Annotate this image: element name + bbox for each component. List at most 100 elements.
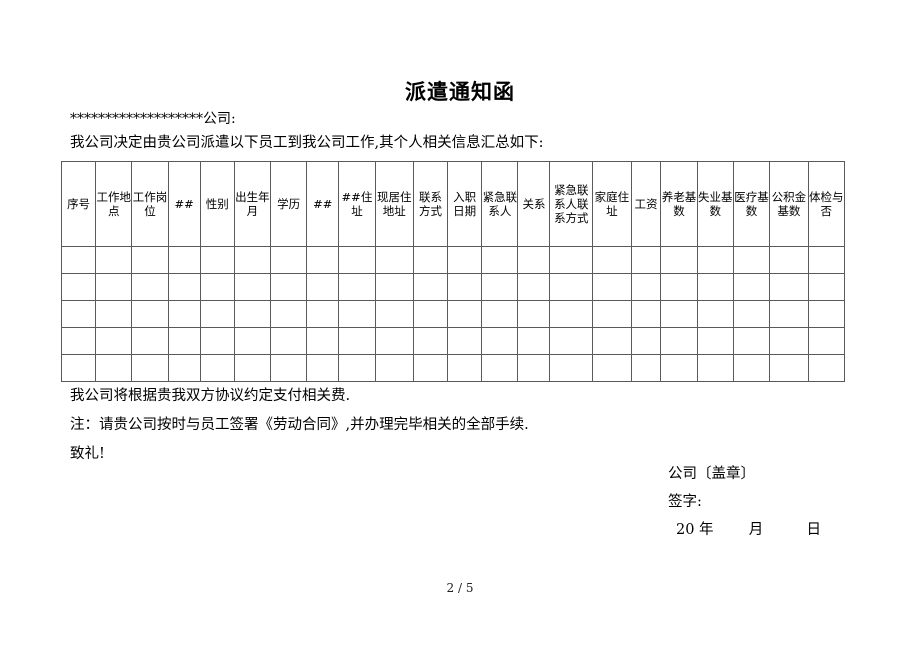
table-cell[interactable]	[592, 327, 632, 355]
table-cell[interactable]	[233, 300, 272, 328]
table-cell[interactable]	[517, 273, 551, 301]
table-cell[interactable]	[233, 327, 272, 355]
table-cell[interactable]	[233, 273, 272, 301]
table-cell[interactable]	[630, 246, 662, 274]
table-cell[interactable]	[807, 246, 846, 274]
table-cell[interactable]	[481, 246, 519, 274]
table-cell[interactable]	[199, 327, 235, 355]
table-cell[interactable]	[306, 327, 340, 355]
table-cell[interactable]	[199, 300, 235, 328]
table-cell[interactable]	[769, 354, 809, 382]
table-cell[interactable]	[592, 273, 632, 301]
table-cell[interactable]	[338, 354, 376, 382]
table-cell[interactable]	[374, 300, 414, 328]
table-cell[interactable]	[807, 300, 846, 328]
table-cell[interactable]	[549, 327, 594, 355]
table-cell[interactable]	[769, 273, 809, 301]
table-cell[interactable]	[660, 246, 698, 274]
table-cell[interactable]	[660, 354, 698, 382]
table-cell[interactable]	[95, 273, 133, 301]
table-cell[interactable]	[131, 327, 169, 355]
table-cell[interactable]	[630, 327, 662, 355]
table-cell[interactable]	[167, 354, 201, 382]
table-cell[interactable]	[732, 354, 771, 382]
table-cell[interactable]	[592, 246, 632, 274]
table-cell[interactable]	[412, 327, 449, 355]
table-cell[interactable]	[233, 354, 272, 382]
table-cell[interactable]	[696, 300, 734, 328]
table-cell[interactable]	[306, 354, 340, 382]
table-cell[interactable]	[167, 327, 201, 355]
table-cell[interactable]	[60, 327, 97, 355]
table-cell[interactable]	[769, 327, 809, 355]
table-cell[interactable]	[338, 327, 376, 355]
table-cell[interactable]	[338, 300, 376, 328]
table-cell[interactable]	[95, 327, 133, 355]
table-cell[interactable]	[167, 273, 201, 301]
table-cell[interactable]	[696, 273, 734, 301]
table-cell[interactable]	[167, 246, 201, 274]
table-cell[interactable]	[447, 354, 483, 382]
table-cell[interactable]	[447, 300, 483, 328]
table-cell[interactable]	[732, 327, 771, 355]
table-cell[interactable]	[412, 246, 449, 274]
table-cell[interactable]	[481, 300, 519, 328]
table-cell[interactable]	[270, 327, 308, 355]
table-cell[interactable]	[807, 354, 846, 382]
table-cell[interactable]	[732, 273, 771, 301]
table-cell[interactable]	[270, 273, 308, 301]
table-cell[interactable]	[412, 300, 449, 328]
table-cell[interactable]	[630, 300, 662, 328]
table-cell[interactable]	[732, 246, 771, 274]
table-cell[interactable]	[696, 327, 734, 355]
table-cell[interactable]	[517, 300, 551, 328]
table-cell[interactable]	[306, 246, 340, 274]
table-cell[interactable]	[374, 273, 414, 301]
table-cell[interactable]	[517, 354, 551, 382]
table-cell[interactable]	[131, 300, 169, 328]
table-cell[interactable]	[481, 273, 519, 301]
table-cell[interactable]	[660, 273, 698, 301]
table-cell[interactable]	[769, 300, 809, 328]
table-cell[interactable]	[412, 354, 449, 382]
table-cell[interactable]	[374, 354, 414, 382]
table-cell[interactable]	[199, 354, 235, 382]
table-cell[interactable]	[549, 273, 594, 301]
table-cell[interactable]	[131, 273, 169, 301]
table-cell[interactable]	[481, 327, 519, 355]
table-cell[interactable]	[447, 246, 483, 274]
table-cell[interactable]	[270, 246, 308, 274]
table-cell[interactable]	[306, 300, 340, 328]
table-cell[interactable]	[338, 273, 376, 301]
table-cell[interactable]	[549, 246, 594, 274]
table-cell[interactable]	[270, 300, 308, 328]
table-cell[interactable]	[131, 354, 169, 382]
table-cell[interactable]	[60, 354, 97, 382]
table-cell[interactable]	[199, 273, 235, 301]
table-cell[interactable]	[131, 246, 169, 274]
table-cell[interactable]	[481, 354, 519, 382]
table-cell[interactable]	[732, 300, 771, 328]
table-cell[interactable]	[696, 246, 734, 274]
table-cell[interactable]	[95, 300, 133, 328]
table-cell[interactable]	[660, 327, 698, 355]
table-cell[interactable]	[374, 327, 414, 355]
table-cell[interactable]	[95, 246, 133, 274]
table-cell[interactable]	[696, 354, 734, 382]
table-cell[interactable]	[447, 327, 483, 355]
table-cell[interactable]	[630, 354, 662, 382]
table-cell[interactable]	[807, 273, 846, 301]
table-cell[interactable]	[60, 246, 97, 274]
table-cell[interactable]	[199, 246, 235, 274]
table-cell[interactable]	[60, 273, 97, 301]
table-cell[interactable]	[549, 300, 594, 328]
table-cell[interactable]	[270, 354, 308, 382]
table-cell[interactable]	[660, 300, 698, 328]
table-cell[interactable]	[549, 354, 594, 382]
table-cell[interactable]	[374, 246, 414, 274]
table-cell[interactable]	[769, 246, 809, 274]
table-cell[interactable]	[167, 300, 201, 328]
table-cell[interactable]	[338, 246, 376, 274]
table-cell[interactable]	[517, 246, 551, 274]
table-cell[interactable]	[233, 246, 272, 274]
